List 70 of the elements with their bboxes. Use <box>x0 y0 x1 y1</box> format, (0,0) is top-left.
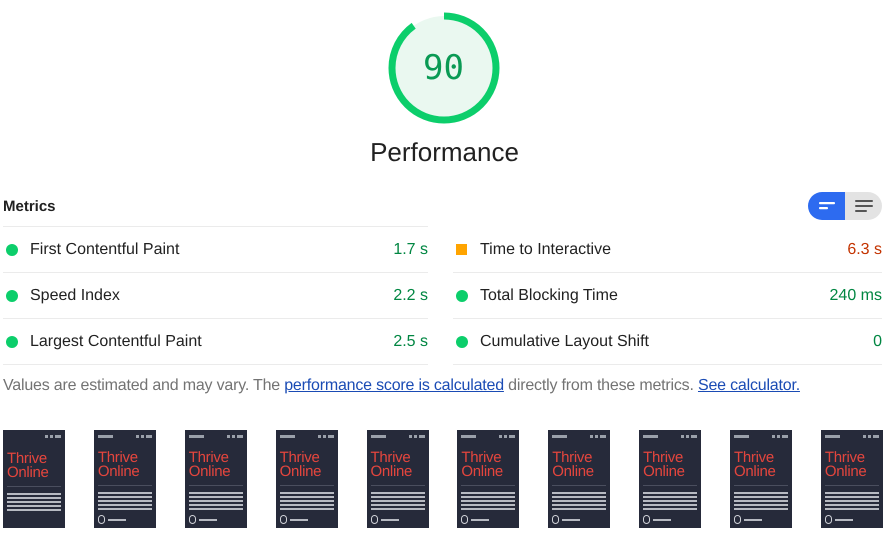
detail-view-button[interactable] <box>845 192 882 220</box>
nav-icons-drawing <box>862 434 879 438</box>
logo-bar <box>98 434 113 438</box>
metric-label: Speed Index <box>30 286 121 304</box>
frame-headline: Thrive Online <box>7 452 50 480</box>
metric-value: 2.2 s <box>393 286 428 304</box>
calculator-link[interactable]: See calculator. <box>698 377 800 394</box>
emblem-drawing <box>824 515 855 524</box>
summary-view-button[interactable] <box>808 192 845 220</box>
frame-headline: Thrive Online <box>552 451 595 479</box>
frame-headline: Thrive Online <box>643 451 686 479</box>
frame-headline: Thrive Online <box>461 451 504 479</box>
emblem-drawing <box>98 515 128 524</box>
metric-value: 1.7 s <box>393 240 428 258</box>
metric-value: 240 ms <box>830 286 882 304</box>
frame-headline: Thrive Online <box>280 451 322 479</box>
text-lines-drawing <box>370 492 424 510</box>
text-lines-drawing <box>280 492 334 510</box>
metric-value: 6.3 s <box>847 240 882 258</box>
nav-icons-drawing <box>681 434 698 438</box>
logo-bar <box>734 434 749 438</box>
logo-bar <box>188 434 204 438</box>
nav-icons-drawing <box>590 434 606 438</box>
metric-label: Cumulative Layout Shift <box>480 332 650 350</box>
text-lines-drawing <box>98 492 152 510</box>
frame-headline: Thrive Online <box>188 451 232 479</box>
nav-icons-drawing <box>772 434 788 438</box>
text-lines-drawing <box>7 493 61 511</box>
metric-label: Total Blocking Time <box>480 286 619 304</box>
metric-label: Largest Contentful Paint <box>30 332 203 350</box>
metric-label: First Contentful Paint <box>30 240 180 258</box>
logo-bar <box>552 434 568 438</box>
list-lines-icon <box>854 200 872 212</box>
text-lines-drawing <box>824 492 879 510</box>
text-lines-drawing <box>461 492 516 510</box>
nav-icons-drawing <box>45 435 61 438</box>
emblem-drawing <box>643 515 674 524</box>
nav-icons-drawing <box>408 434 424 438</box>
logo-bar <box>280 434 295 438</box>
short-lines-icon <box>818 202 834 210</box>
frame-headline: Thrive Online <box>824 451 868 479</box>
category-title: Performance <box>369 136 520 169</box>
metric-label: Time to Interactive <box>480 240 612 258</box>
text-lines-drawing <box>188 492 243 510</box>
logo-bar <box>461 434 476 438</box>
metrics-note: Values are estimated and may vary. The performance score is calculated directly from these metrics. See calculator. <box>3 377 801 395</box>
emblem-drawing <box>461 515 492 524</box>
logo-bar <box>643 434 658 438</box>
emblem-drawing <box>552 515 582 524</box>
emblem-drawing <box>370 515 400 524</box>
frame-headline: Thrive Online <box>98 451 140 479</box>
metric-value: 2.5 s <box>393 332 428 350</box>
emblem-drawing <box>280 515 310 524</box>
emblem-drawing <box>188 515 219 524</box>
nav-icons-drawing <box>318 434 334 438</box>
metrics-heading: Metrics <box>3 198 56 214</box>
frame-headline: Thrive Online <box>734 451 777 479</box>
text-lines-drawing <box>734 492 788 510</box>
frame-headline: Thrive Online <box>370 451 414 479</box>
metric-value: 0 <box>873 332 882 350</box>
nav-icons-drawing <box>136 434 152 438</box>
logo-bar <box>370 434 386 438</box>
score-calculation-link[interactable]: performance score is calculated <box>284 377 504 394</box>
score-value: 90 <box>422 47 465 90</box>
emblem-drawing <box>734 515 764 524</box>
logo-bar <box>824 434 840 438</box>
nav-icons-drawing <box>499 434 516 438</box>
text-lines-drawing <box>552 492 606 510</box>
nav-icons-drawing <box>226 434 243 438</box>
text-lines-drawing <box>643 492 698 510</box>
